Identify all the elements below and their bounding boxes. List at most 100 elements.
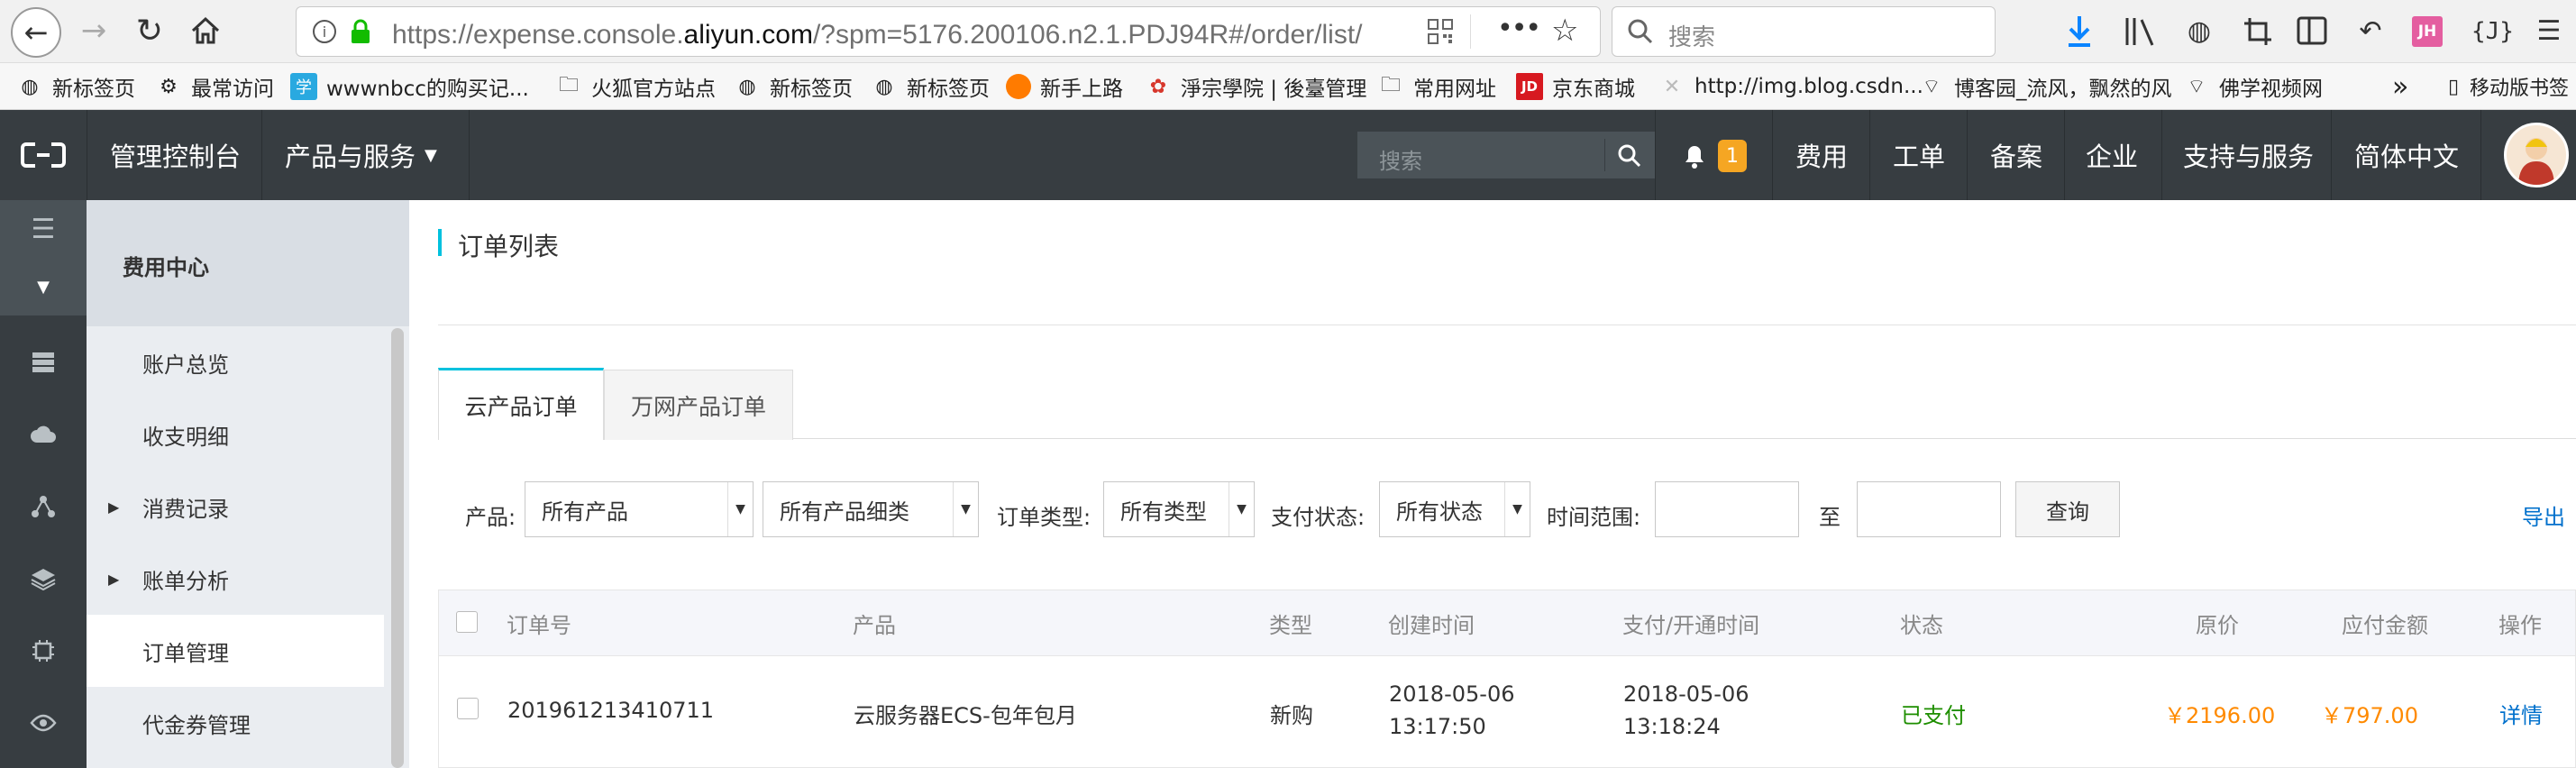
avatar-illustration-icon [2518,138,2554,185]
address-bar[interactable]: i https://expense.console.aliyun.com/?sp… [296,6,1601,57]
tab-cloud-product-orders[interactable]: 云产品订单 [438,368,604,440]
sidebar-collapse-icon[interactable]: ☰ [0,200,87,258]
jd-icon: JD [1516,73,1543,100]
bookmark-item[interactable]: ⌔ 博客园_流风，飘然的风 [1918,69,2172,104]
tab-wanwang-orders[interactable]: 万网产品订单 [604,370,793,440]
nav-enterprise[interactable]: 企业 [2086,110,2138,200]
row-checkbox[interactable] [457,698,479,719]
back-button[interactable]: ← [11,7,61,58]
sidebar-item-consumption-records[interactable]: ▶ 消费记录 [87,471,384,543]
bookmark-folder[interactable]: 🗀 常用网址 [1377,69,1496,104]
bookmark-item[interactable]: ⌔ 佛学视频网 [2183,69,2323,104]
products-menu[interactable]: 产品与服务 ▼ [285,110,437,200]
monitor-eye-icon[interactable] [0,696,87,750]
col-payable: 应付金额 [2342,613,2428,638]
gear-icon: ⚙ [160,75,178,98]
nav-icp-filing[interactable]: 备案 [1990,110,2042,200]
bookmark-item[interactable]: ◍ 新标签页 [871,69,990,104]
sidebar-item-income-expense[interactable]: 收支明细 [87,398,384,471]
chip-icon[interactable] [0,624,87,678]
rss-icon: ⌔ [2187,76,2206,98]
search-icon[interactable] [1617,143,1642,169]
forward-button[interactable]: → [74,11,114,50]
select-all-checkbox[interactable] [456,611,478,633]
end-date-input[interactable] [1857,481,2001,537]
undo-close-tab-icon[interactable]: ↶ [2351,11,2390,50]
server-icon[interactable] [0,335,87,389]
sidebar-item-voucher-management[interactable]: 代金券管理 [87,687,384,759]
query-button[interactable]: 查询 [2015,481,2120,537]
more-bookmarks-chevron-icon[interactable]: » [2392,69,2408,104]
nav-support[interactable]: 支持与服务 [2183,110,2314,200]
sidebar-title: 费用中心 [123,255,209,280]
folder-icon: 🗀 [558,74,579,96]
cloud-database-icon[interactable] [0,407,87,462]
bookmark-star-icon[interactable]: ☆ [1551,13,1578,49]
aliyun-logo[interactable] [0,110,87,200]
lock-icon [352,19,370,43]
broken-image-icon: ✕ [1663,75,1681,98]
qr-code-icon[interactable] [1427,18,1454,45]
home-button[interactable] [186,11,225,50]
bookmark-item[interactable]: ◍ 新标签页 [734,69,853,104]
bookmark-item[interactable]: ◍ 新标签页 [16,69,135,104]
download-icon[interactable] [2066,14,2093,49]
col-action: 操作 [2498,613,2542,638]
pay-status-select[interactable]: 所有状态 ▼ [1379,481,1530,537]
filter-order-type-label: 订单类型: [997,505,1092,530]
nav-billing[interactable]: 费用 [1795,110,1848,200]
nav-language[interactable]: 简体中文 [2354,110,2459,200]
reload-button[interactable]: ↻ [130,11,169,50]
product-subcategory-select[interactable]: 所有产品细类 ▼ [763,481,979,537]
aliyun-logo-icon [21,142,66,168]
browser-search-bar[interactable]: 搜索 [1612,6,1996,57]
bookmark-item[interactable]: ✿ 淨宗學院 | 後臺管理 [1145,69,1367,104]
start-date-input[interactable] [1655,481,1799,537]
order-detail-link[interactable]: 详情 [2499,698,2543,729]
order-status: 已支付 [1901,703,1966,728]
bookmark-item[interactable]: ✕ http://img.blog.csdn... [1658,69,1923,104]
network-nodes-icon[interactable] [0,480,87,534]
info-icon[interactable]: i [313,20,336,43]
sidebar-toggle-icon[interactable] [2297,16,2327,45]
bookmark-item[interactable]: 学 wwwnbcc的购买记... [290,69,529,104]
chevron-down-icon: ▼ [1229,482,1254,536]
sidebar-item-order-management[interactable]: 订单管理 [87,615,384,687]
menu-icon[interactable]: ☰ [2529,11,2569,50]
globe-sync-icon[interactable]: ◍ [2179,11,2219,50]
export-link[interactable]: 导出 [2522,499,2565,531]
paid-date: 2018-05-06 [1623,681,1749,707]
bookmark-item[interactable]: JD 京东商城 [1516,69,1635,104]
bookmark-item[interactable]: 新手上路 [1006,69,1123,104]
screenshot-crop-icon[interactable] [2243,16,2273,47]
layers-icon[interactable] [0,552,87,606]
order-type-select[interactable]: 所有类型 ▼ [1103,481,1255,537]
library-icon[interactable] [2124,16,2158,47]
caret-right-icon: ▶ [108,570,120,588]
table-row: 201961213410711 云服务器ECS-包年包月 新购 2018-05-… [438,656,2576,768]
console-top-nav: 管理控制台 产品与服务 ▼ 搜索 1 费用 工单 备案 企业 支持与服务 简体中文 [0,110,2576,200]
globe-icon: ◍ [738,75,756,98]
sidebar-item-account-overview[interactable]: 账户总览 [87,326,384,398]
col-product: 产品 [853,613,896,638]
bookmark-folder[interactable]: 🗀 火狐官方站点 [555,69,716,104]
page-actions-icon[interactable]: ••• [1497,13,1541,44]
folder-icon: 🗀 [1380,74,1401,96]
json-viewer-button[interactable]: {J} [2471,18,2514,45]
bookmark-item[interactable]: ⚙ 最常访问 [155,69,274,104]
nav-tickets[interactable]: 工单 [1893,110,1945,200]
console-home-link[interactable]: 管理控制台 [110,110,241,200]
sidebar-item-bill-analysis[interactable]: ▶ 账单分析 [87,543,384,615]
product-select[interactable]: 所有产品 ▼ [525,481,754,537]
xue-icon: 学 [290,73,317,100]
to-label: 至 [1819,505,1841,530]
sidebar-expand-chevron-icon[interactable]: ▼ [0,258,87,315]
icon-sidebar: ☰ ▼ [0,200,87,768]
console-search-box[interactable]: 搜索 [1357,132,1655,178]
mobile-bookmarks[interactable]: ▯ 移动版书签 [2446,69,2569,104]
filter-pay-status-label: 支付状态: [1271,505,1366,530]
sidebar-scrollbar[interactable] [391,328,404,768]
bell-icon[interactable] [1682,141,1707,169]
user-avatar[interactable] [2504,123,2569,187]
profile-avatar[interactable]: JH [2412,16,2443,47]
